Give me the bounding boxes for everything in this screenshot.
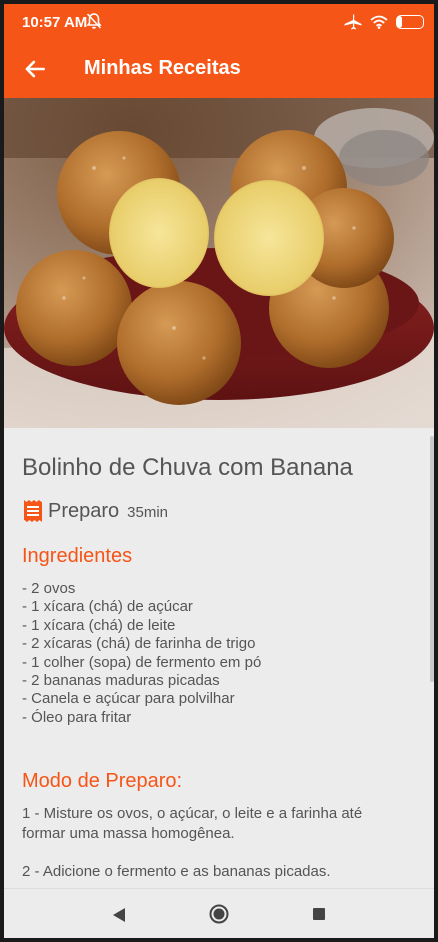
prep-time: 35min — [127, 503, 169, 521]
notifications-off-icon — [86, 13, 102, 29]
scrollbar[interactable] — [430, 436, 434, 682]
prep-label: Preparo — [48, 499, 120, 522]
ingredient-item: - Canela e açúcar para polvilhar — [22, 690, 235, 708]
system-nav-bar — [4, 888, 434, 938]
nav-home-icon[interactable] — [209, 904, 229, 924]
status-time: 10:57 AM — [22, 14, 88, 31]
method-steps: 1 - Misture os ovos, o açúcar, o leite e… — [22, 804, 402, 900]
ingredient-item: - 2 bananas maduras picadas — [22, 672, 220, 690]
ingredient-item: - 1 xícara (chá) de açúcar — [22, 598, 193, 616]
ingredient-item: - 1 colher (sopa) de fermento em pó — [22, 653, 262, 671]
nav-back-icon[interactable] — [112, 907, 126, 923]
ingredient-item: - 2 ovos — [22, 580, 76, 597]
status-bar: 10:57 AM 20 — [4, 4, 434, 40]
ingredient-item: - 2 xícaras (chá) de farinha de trigo — [22, 635, 256, 653]
step-item: 2 - Adicione o fermento e as bananas pic… — [22, 863, 331, 880]
nav-recents-icon[interactable] — [313, 908, 325, 920]
step-item: 1 - Misture os ovos, o açúcar, o leite e… — [22, 805, 363, 842]
ingredient-item: - 1 xícara (chá) de leite — [22, 616, 176, 634]
battery-icon: 20 — [396, 15, 424, 29]
battery-level: 20 — [404, 16, 416, 27]
page-title: Minhas Receitas — [84, 57, 241, 79]
wifi-icon — [370, 15, 388, 29]
ingredient-item: - Óleo para fritar — [22, 708, 132, 726]
screen: 10:57 AM 20 Minhas Receitas Bolinho de C… — [4, 4, 434, 938]
prep-info: Preparo 35min — [22, 496, 168, 526]
app-bar: Minhas Receitas — [4, 40, 434, 98]
recipe-image — [4, 98, 434, 428]
receipt-icon — [24, 500, 42, 522]
arrow-back-icon[interactable] — [22, 56, 48, 82]
ingredients-list: - 2 ovos - 1 xícara (chá) de açúcar - 1 … — [22, 580, 261, 727]
status-icons: 20 — [344, 13, 424, 31]
recipe-title: Bolinho de Chuva com Banana — [22, 454, 353, 481]
method-title: Modo de Preparo: — [22, 770, 183, 792]
ingredients-title: Ingredientes — [22, 545, 133, 567]
airplane-icon — [344, 14, 362, 30]
